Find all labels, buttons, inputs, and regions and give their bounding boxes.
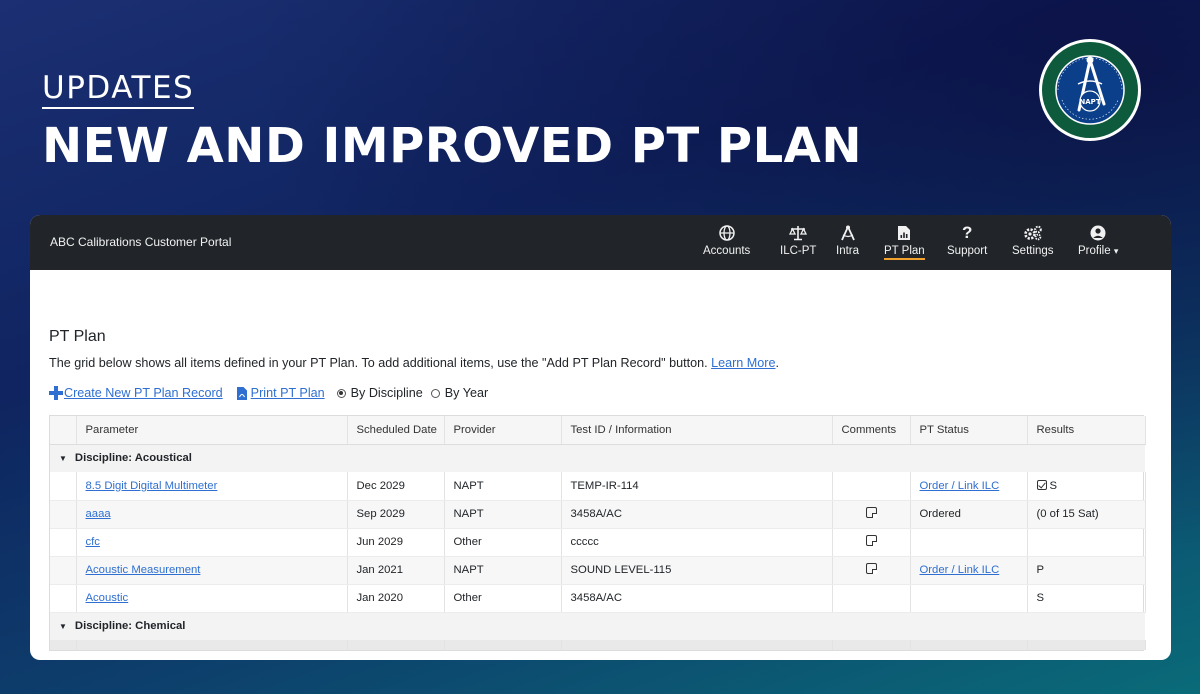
provider: NAPT — [444, 556, 562, 585]
chart-file-icon — [897, 224, 911, 242]
order-link-ilc-link[interactable]: Order / Link ILC — [920, 564, 1000, 576]
caret-down-icon: ▼ — [59, 622, 67, 632]
scheduled-date: Jan 2021 — [347, 556, 445, 585]
test-id: ccccc — [561, 528, 833, 557]
plus-icon — [49, 386, 63, 400]
table-row-partial — [50, 640, 1146, 650]
test-id: 3458A/AC — [561, 584, 833, 613]
provider: NAPT — [444, 472, 562, 501]
nav-pt-plan[interactable]: PT Plan — [884, 224, 925, 264]
scheduled-date: Jun 2029 — [347, 528, 445, 557]
caret-down-icon: ▼ — [59, 454, 67, 464]
table-row: 8.5 Digit Digital Multimeter Dec 2029 NA… — [50, 472, 1146, 501]
cogs-icon — [1023, 224, 1043, 242]
svg-text:NAPT: NAPT — [1079, 98, 1100, 106]
compass-icon — [840, 224, 856, 242]
comment-note-icon[interactable] — [865, 507, 877, 518]
pt-status — [910, 584, 1028, 613]
hero-kicker: UPDATES — [42, 70, 195, 109]
pt-plan-grid: Parameter Scheduled Date Provider Test I… — [49, 415, 1146, 651]
chevron-down-icon: ▾ — [1113, 246, 1119, 256]
result-value: S — [1027, 584, 1146, 613]
col-parameter[interactable]: Parameter — [76, 416, 348, 445]
result-value: P — [1027, 556, 1146, 585]
group-row-chemical[interactable]: ▼ Discipline: Chemical — [50, 612, 1145, 640]
provider: NAPT — [444, 500, 562, 529]
check-square-icon — [1036, 479, 1047, 490]
pdf-file-icon — [236, 386, 247, 400]
order-link-ilc-link[interactable]: Order / Link ILC — [920, 480, 1000, 492]
test-id: SOUND LEVEL-115 — [561, 556, 833, 585]
pt-status: Ordered — [910, 500, 1028, 529]
portal-window: ABC Calibrations Customer Portal Account… — [30, 215, 1171, 660]
parameter-link[interactable]: cfc — [86, 536, 100, 548]
grid-header-row: Parameter Scheduled Date Provider Test I… — [50, 416, 1146, 445]
portal-brand[interactable]: ABC Calibrations Customer Portal — [50, 235, 231, 249]
radio-by-discipline[interactable]: By Discipline — [336, 386, 423, 400]
result-value: S — [1049, 479, 1058, 492]
nav-settings[interactable]: Settings — [1012, 224, 1054, 264]
top-navbar: ABC Calibrations Customer Portal Account… — [30, 215, 1171, 270]
napt-logo: NAPT — [1039, 39, 1141, 141]
create-record-link[interactable]: Create New PT Plan Record — [49, 386, 223, 400]
col-pt-status[interactable]: PT Status — [910, 416, 1028, 445]
nav-ilc-pt[interactable]: ILC-PT — [780, 224, 816, 264]
table-row: aaaa Sep 2029 NAPT 3458A/AC Ordered (0 o… — [50, 500, 1146, 529]
print-plan-link[interactable]: Print PT Plan — [236, 386, 325, 400]
comment-note-icon[interactable] — [865, 563, 877, 574]
provider: Other — [444, 584, 562, 613]
question-icon: ? — [961, 223, 973, 242]
scheduled-date: Sep 2029 — [347, 500, 445, 529]
result-value — [1027, 528, 1146, 557]
table-row: cfc Jun 2029 Other ccccc — [50, 528, 1146, 557]
page-title: PT Plan — [49, 328, 106, 345]
nav-profile[interactable]: Profile ▾ — [1078, 224, 1118, 264]
test-id: 3458A/AC — [561, 500, 833, 529]
parameter-link[interactable]: 8.5 Digit Digital Multimeter — [86, 480, 218, 492]
col-test-id[interactable]: Test ID / Information — [561, 416, 833, 445]
hero-title: NEW AND IMPROVED PT PLAN — [42, 118, 862, 174]
parameter-link[interactable]: Acoustic — [86, 592, 129, 604]
table-row: Acoustic Jan 2020 Other 3458A/AC S — [50, 584, 1146, 613]
parameter-link[interactable]: Acoustic Measurement — [86, 564, 201, 576]
col-provider[interactable]: Provider — [444, 416, 562, 445]
group-row-acoustical[interactable]: ▼ Discipline: Acoustical — [50, 444, 1145, 472]
scale-icon — [789, 224, 808, 242]
comment-note-icon[interactable] — [865, 535, 877, 546]
nav-menu: Accounts ILC-PT Intra PT Plan ? Support … — [701, 224, 1171, 266]
globe-icon — [718, 224, 735, 242]
scheduled-date: Jan 2020 — [347, 584, 445, 613]
table-row: Acoustic Measurement Jan 2021 NAPT SOUND… — [50, 556, 1146, 585]
user-circle-icon — [1090, 224, 1106, 242]
nav-accounts[interactable]: Accounts — [703, 224, 750, 264]
col-scheduled-date[interactable]: Scheduled Date — [347, 416, 445, 445]
col-results[interactable]: Results — [1027, 416, 1146, 445]
intro-text: The grid below shows all items defined i… — [49, 356, 779, 370]
learn-more-link[interactable]: Learn More — [711, 356, 775, 370]
nav-support[interactable]: ? Support — [947, 224, 987, 264]
result-value: (0 of 15 Sat) — [1027, 500, 1146, 529]
col-comments[interactable]: Comments — [832, 416, 911, 445]
toolbar: Create New PT Plan Record Print PT Plan … — [49, 383, 488, 403]
provider: Other — [444, 528, 562, 557]
scheduled-date: Dec 2029 — [347, 472, 445, 501]
parameter-link[interactable]: aaaa — [86, 508, 111, 520]
nav-intra[interactable]: Intra — [836, 224, 859, 264]
pt-status — [910, 528, 1028, 557]
radio-by-year[interactable]: By Year — [430, 386, 488, 400]
test-id: TEMP-IR-114 — [561, 472, 833, 501]
